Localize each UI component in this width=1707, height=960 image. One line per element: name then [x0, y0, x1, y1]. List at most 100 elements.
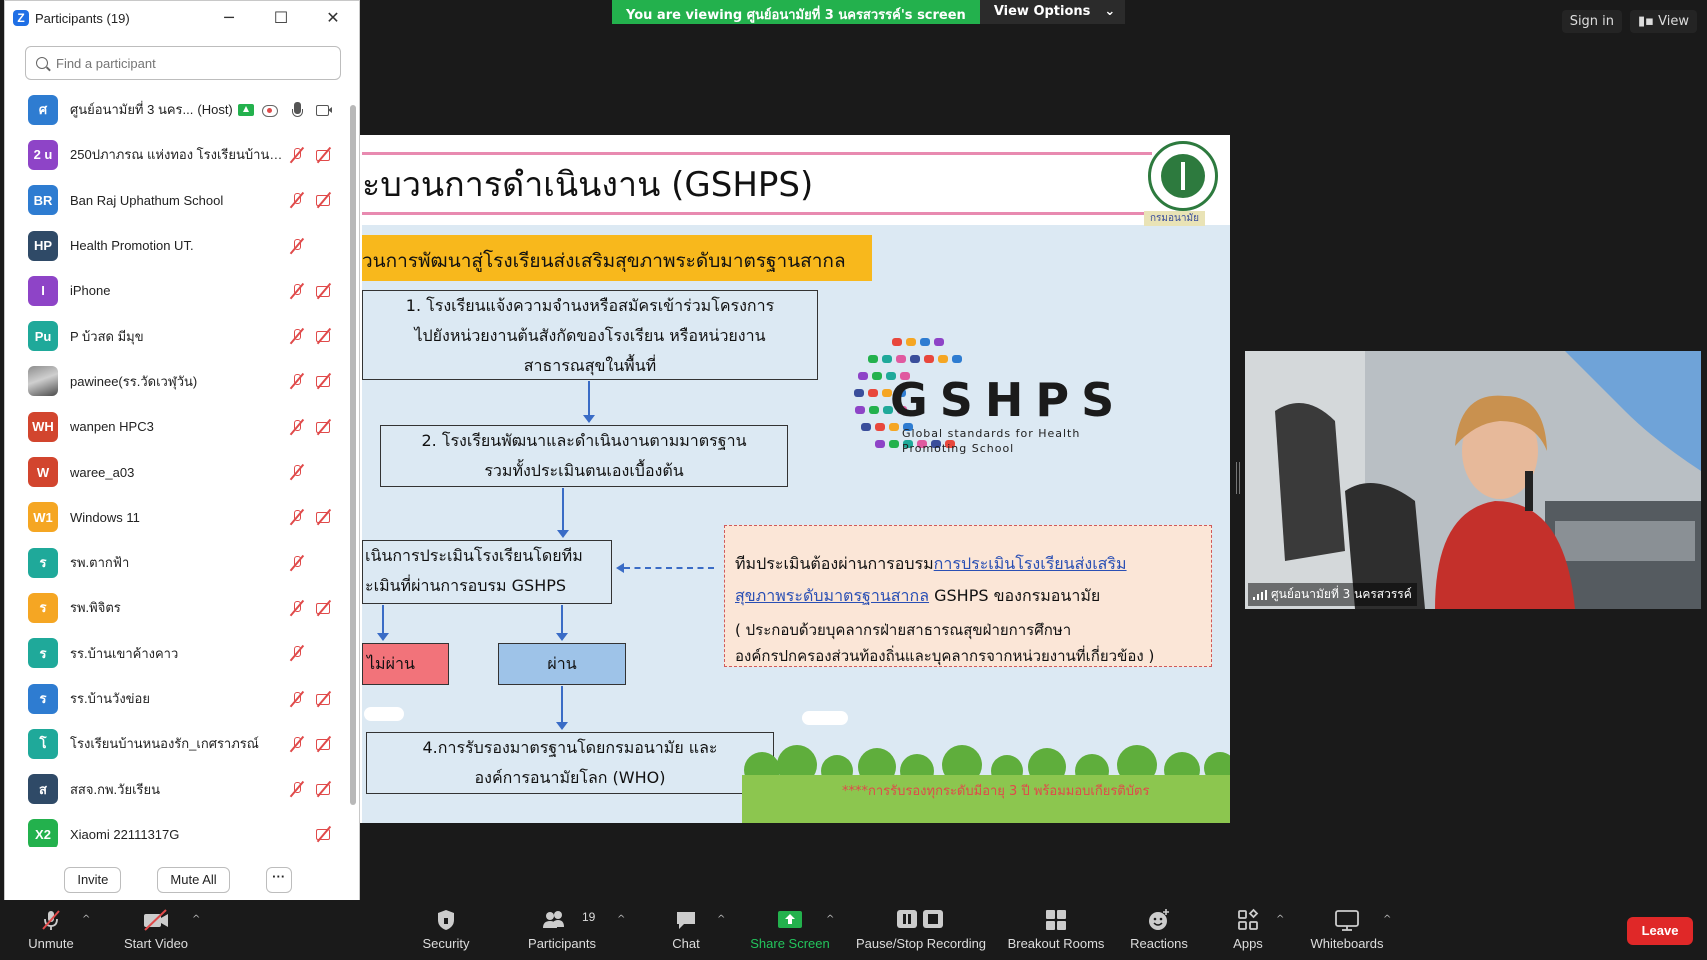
step-1-line-3: สาธารณสุขในพื้นที่: [523, 356, 657, 375]
camera-off-icon: [315, 780, 333, 798]
step-3-line-1: เนินการประเมินโรงเรียนโดยทีม: [365, 546, 583, 565]
video-options-caret[interactable]: ^: [192, 914, 200, 925]
note-link-1: การประเมินโรงเรียนส่งเสริม: [933, 554, 1127, 573]
participant-name: รร.บ้านวังข่อย: [70, 691, 150, 706]
participant-row[interactable]: 2 u 250ปภาภรณ แห่งทอง โรงเรียนบ้านโคกก...: [5, 132, 351, 177]
slide-header-rule-top: [362, 152, 1152, 155]
participant-row[interactable]: W1 Windows 11: [5, 495, 351, 540]
participant-row[interactable]: IiPhone: [5, 268, 351, 313]
participant-status-icons: [288, 690, 351, 708]
arrow-pass-step4: [556, 686, 568, 730]
step-1-line-1: 1. โรงเรียนแจ้งความจำนงหรือสมัครเข้าร่วม…: [405, 296, 775, 315]
mic-muted-icon: [288, 599, 306, 617]
participant-row[interactable]: ร รพ.พิจิตร: [5, 585, 351, 630]
mic-muted-icon: [288, 146, 306, 164]
participant-row[interactable]: Pu P บ้วสด มีมุข: [5, 313, 351, 358]
note-tail: GSHPS ของกรมอนามัย: [929, 586, 1101, 605]
apps-button[interactable]: Apps: [1226, 900, 1270, 960]
share-screen-label: Share Screen: [750, 936, 830, 951]
pause-stop-recording-button[interactable]: Pause/Stop Recording: [852, 900, 990, 960]
screen-share-banner: You are viewing ศูนย์อนามัยที่ 3 นครสวรร…: [612, 0, 1126, 24]
arrow-note-to-step3: [616, 563, 714, 573]
maximize-button[interactable]: ☐: [255, 1, 307, 35]
breakout-rooms-button[interactable]: Breakout Rooms: [1004, 900, 1108, 960]
participant-row[interactable]: โ โรงเรียนบ้านหนองรัก_เกศราภรณ์: [5, 721, 351, 766]
step-1-box: 1. โรงเรียนแจ้งความจำนงหรือสมัครเข้าร่วม…: [362, 290, 818, 380]
unmute-label: Unmute: [28, 936, 74, 951]
apps-options-caret[interactable]: ^: [1276, 914, 1284, 925]
camera-off-icon: [315, 599, 333, 617]
view-button[interactable]: ▮▪ View: [1630, 10, 1697, 33]
participants-footer: Invite Mute All ···: [5, 867, 351, 893]
participant-row[interactable]: ร รพ.ตากฟ้า: [5, 540, 351, 585]
share-screen-icon: [778, 911, 802, 928]
host-video-tile[interactable]: ศูนย์อนามัยที่ 3 นครสวรรค์: [1245, 351, 1701, 609]
participant-search-box[interactable]: [25, 46, 341, 80]
start-video-label: Start Video: [123, 936, 189, 951]
camera-icon: [315, 101, 333, 119]
participant-search-input[interactable]: [56, 55, 316, 71]
shared-screen-slide: ะบวนการดำเนินงาน (GSHPS) กรมอนามัย วนการ…: [360, 135, 1230, 823]
avatar: W: [28, 457, 58, 488]
slide-title: ะบวนการดำเนินงาน (GSHPS): [362, 165, 814, 205]
start-video-button[interactable]: Start Video: [114, 900, 198, 960]
avatar: X2: [28, 819, 58, 847]
participant-status-icons: [288, 599, 351, 617]
participant-row[interactable]: ส สสจ.กพ.วัยเรียน: [5, 766, 351, 811]
avatar: ร: [28, 547, 58, 578]
participant-row[interactable]: pawinee(รร.วัดเวฬุวัน): [5, 359, 351, 404]
reactions-button[interactable]: Reactions: [1126, 900, 1192, 960]
chat-button[interactable]: Chat: [664, 900, 708, 960]
mic-muted-icon: [288, 418, 306, 436]
invite-button[interactable]: Invite: [64, 867, 122, 893]
mic-muted-icon: [288, 191, 306, 209]
pause-stop-recording-label: Pause/Stop Recording: [855, 936, 987, 951]
whiteboards-button[interactable]: Whiteboards: [1304, 900, 1390, 960]
security-button[interactable]: Security: [414, 900, 478, 960]
view-options-button[interactable]: View Options ⌄: [979, 0, 1126, 24]
participants-title: Participants (19): [35, 10, 130, 26]
panel-resize-handle[interactable]: [1236, 462, 1240, 494]
more-options-button[interactable]: ···: [265, 867, 292, 893]
sign-in-button[interactable]: Sign in: [1561, 10, 1623, 33]
leave-button[interactable]: Leave: [1627, 917, 1693, 945]
participant-name: Xiaomi 22111317G: [70, 826, 180, 842]
mic-muted-icon: [288, 463, 306, 481]
process-heading: วนการพัฒนาสู่โรงเรียนส่งเสริมสุขภาพระดับ…: [362, 250, 846, 272]
mute-all-button[interactable]: Mute All: [157, 867, 230, 893]
note-line-1: ทีมประเมินต้องผ่านการอบรมการประเมินโรงเร…: [735, 552, 1127, 577]
note-link-2: สุขภาพระดับมาตรฐานสากล: [735, 586, 930, 605]
participant-row[interactable]: Wwaree_a03: [5, 449, 351, 494]
participant-row[interactable]: ศ ศูนย์อนามัยที่ 3 นคร... (Host): [5, 87, 351, 132]
share-options-caret[interactable]: ^: [826, 914, 834, 925]
participant-row[interactable]: X2 Xiaomi 22111317G: [5, 812, 351, 847]
unmute-button[interactable]: Unmute: [18, 900, 84, 960]
close-button[interactable]: ✕: [307, 1, 359, 35]
participant-status-icons: [288, 418, 351, 436]
camera-off-icon: [315, 690, 333, 708]
participant-row[interactable]: ร รร.บ้านวังข่อย: [5, 676, 351, 721]
participant-row[interactable]: WH wanpen HPC3: [5, 404, 351, 449]
camera-off-icon: [315, 372, 333, 390]
pause-stop-icon: [897, 910, 943, 928]
whiteboards-options-caret[interactable]: ^: [1383, 914, 1391, 925]
participant-row[interactable]: HP Health Promotion UT.: [5, 223, 351, 268]
participant-status-icons: [288, 825, 351, 843]
audio-options-caret[interactable]: ^: [82, 914, 90, 925]
participants-button[interactable]: 19 Participants: [520, 900, 604, 960]
participant-status-icons: [288, 554, 351, 572]
participant-row[interactable]: ร รร.บ้านเขาค้างคาว: [5, 631, 351, 676]
share-screen-button[interactable]: Share Screen: [748, 900, 832, 960]
participants-options-caret[interactable]: ^: [617, 914, 625, 925]
participant-status-icons: [288, 282, 351, 300]
top-right-controls: Sign in ▮▪ View: [1561, 10, 1697, 33]
participant-status-icons: [288, 735, 351, 753]
participant-row[interactable]: BR Ban Raj Uphathum School: [5, 178, 351, 223]
chat-options-caret[interactable]: ^: [717, 914, 725, 925]
meeting-toolbar: Unmute ^ Start Video ^ Security 19 Parti…: [0, 900, 1707, 960]
minimize-button[interactable]: ─: [203, 1, 255, 35]
participant-list-scrollbar[interactable]: [350, 105, 356, 805]
host-tag: (Host): [197, 102, 233, 118]
participant-name: waree_a03: [70, 464, 135, 480]
participant-name: pawinee(รร.วัดเวฬุวัน): [70, 373, 198, 389]
